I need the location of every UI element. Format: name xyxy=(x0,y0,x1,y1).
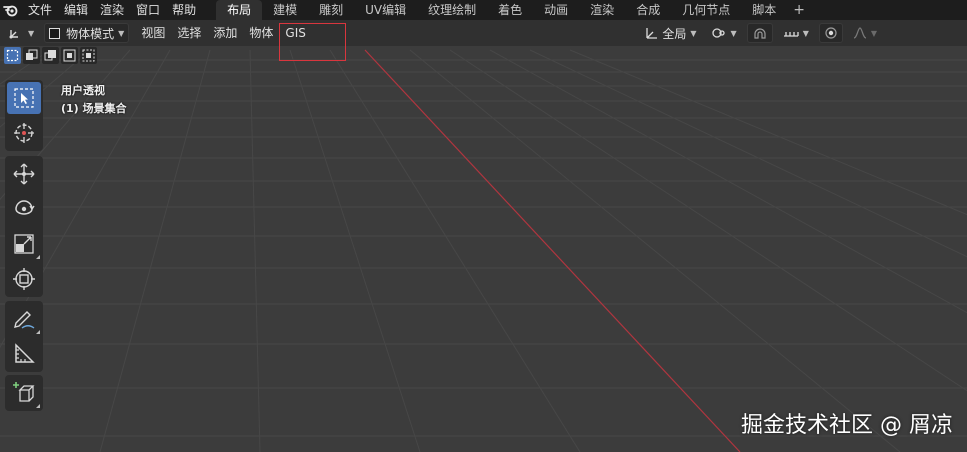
move-tool[interactable] xyxy=(7,158,41,190)
chevron-down-icon: ▼ xyxy=(802,28,809,38)
select-invert-icon xyxy=(63,49,76,62)
toolbar-group-transform xyxy=(5,156,43,297)
watermark-text: 掘金技术社区 @ 屑凉 xyxy=(741,413,953,438)
tab-texture-paint[interactable]: 纹理绘制 xyxy=(417,0,487,20)
tab-rendering[interactable]: 渲染 xyxy=(579,0,625,20)
orientation-axes-icon xyxy=(646,28,658,39)
x-axis-line xyxy=(364,49,741,452)
chevron-down-icon: ▼ xyxy=(28,28,35,38)
select-invert-button[interactable] xyxy=(61,47,78,64)
rotate-icon xyxy=(15,200,35,215)
ruler-icon xyxy=(15,343,35,363)
viewport-grid xyxy=(0,49,967,452)
chevron-down-icon: ▼ xyxy=(870,28,877,38)
3d-cursor-icon xyxy=(14,123,34,143)
proportional-editing-toggle[interactable] xyxy=(818,23,843,43)
select-intersect-icon xyxy=(82,49,95,62)
viewport-header: ▼ 物体模式 ▼ 视图 选择 添加 物体 GIS 全局 ▼ ▼ ▼ ▼ xyxy=(0,20,967,46)
snap-target-dropdown[interactable]: ▼ xyxy=(779,23,813,43)
editor-type-icon xyxy=(9,30,18,39)
pivot-point-icon xyxy=(711,28,725,38)
move-arrows-icon xyxy=(13,163,35,185)
menu-help[interactable]: 帮助 xyxy=(166,0,202,20)
menu-edit[interactable]: 编辑 xyxy=(58,0,94,20)
transform-icon xyxy=(13,268,35,290)
pencil-icon xyxy=(14,311,35,329)
menu-object[interactable]: 物体 xyxy=(243,23,279,43)
active-collection-label: (1) 场景集合 xyxy=(61,102,127,115)
object-mode-icon xyxy=(49,27,61,39)
mode-dropdown[interactable]: 物体模式 ▼ xyxy=(44,23,130,43)
tool-options-indicator-icon xyxy=(36,255,40,259)
select-subtract-button[interactable] xyxy=(42,47,59,64)
snap-toggle[interactable] xyxy=(746,23,773,43)
proportional-editing-icon xyxy=(825,27,837,39)
toolbar-group-select xyxy=(5,80,43,151)
selection-mode-buttons xyxy=(4,47,97,65)
menu-window[interactable]: 窗口 xyxy=(130,0,166,20)
chevron-down-icon: ▼ xyxy=(730,28,737,38)
menu-view[interactable]: 视图 xyxy=(135,23,171,43)
menu-add[interactable]: 添加 xyxy=(207,23,243,43)
header-right-tools: 全局 ▼ ▼ ▼ ▼ xyxy=(640,23,881,43)
orientation-label: 全局 xyxy=(662,26,687,41)
select-subtract-icon xyxy=(44,50,56,61)
blender-logo-icon[interactable] xyxy=(0,0,22,20)
tab-layout[interactable]: 布局 xyxy=(216,0,263,20)
select-cursor-icon xyxy=(14,88,34,108)
view-perspective-label: 用户透视 xyxy=(61,84,105,97)
select-intersect-button[interactable] xyxy=(80,47,97,64)
add-cube-tool[interactable] xyxy=(7,377,41,409)
select-new-button[interactable] xyxy=(4,47,21,64)
scale-icon xyxy=(14,234,34,254)
tab-scripting[interactable]: 脚本 xyxy=(741,0,787,20)
mode-label: 物体模式 xyxy=(66,26,115,41)
snap-increment-icon xyxy=(783,32,799,37)
rotate-tool[interactable] xyxy=(7,193,41,225)
menu-render[interactable]: 渲染 xyxy=(94,0,130,20)
chevron-down-icon: ▼ xyxy=(690,28,697,38)
toolbar-group-add xyxy=(5,375,43,411)
cursor-tool[interactable] xyxy=(7,117,41,149)
top-menu-bar: 文件 编辑 渲染 窗口 帮助 布局 建模 雕刻 UV编辑 纹理绘制 着色 动画 … xyxy=(0,0,967,20)
toolbar-group-annotate xyxy=(5,301,43,372)
proportional-falloff-dropdown[interactable]: ▼ xyxy=(849,23,881,43)
select-box-tool[interactable] xyxy=(7,82,41,114)
tool-options-indicator-icon xyxy=(36,330,40,334)
tab-animation[interactable]: 动画 xyxy=(533,0,579,20)
magnet-icon xyxy=(754,28,766,39)
editor-type-button[interactable]: ▼ xyxy=(4,23,38,43)
menu-select[interactable]: 选择 xyxy=(171,23,207,43)
scale-tool[interactable] xyxy=(7,228,41,260)
menu-file[interactable]: 文件 xyxy=(22,0,58,20)
falloff-curve-icon xyxy=(853,27,867,39)
add-cube-icon xyxy=(13,382,35,402)
select-extend-button[interactable] xyxy=(23,47,40,64)
tab-modeling[interactable]: 建模 xyxy=(262,0,308,20)
transform-orientation-dropdown[interactable]: 全局 ▼ xyxy=(640,23,700,43)
chevron-down-icon: ▼ xyxy=(118,28,125,38)
transform-tool[interactable] xyxy=(7,263,41,295)
workspace-tabs: 布局 建模 雕刻 UV编辑 纹理绘制 着色 动画 渲染 合成 几何节点 脚本 + xyxy=(216,0,811,20)
measure-tool[interactable] xyxy=(7,338,41,370)
tab-uv-editing[interactable]: UV编辑 xyxy=(354,0,417,20)
annotate-tool[interactable] xyxy=(7,303,41,335)
select-box-icon xyxy=(6,49,19,62)
tab-compositing[interactable]: 合成 xyxy=(625,0,671,20)
tab-geometry-nodes[interactable]: 几何节点 xyxy=(671,0,741,20)
tab-shading[interactable]: 着色 xyxy=(487,0,533,20)
select-extend-icon xyxy=(26,49,38,60)
tool-options-indicator-icon xyxy=(36,404,40,408)
3d-viewport[interactable]: ▼ 物体模式 ▼ 视图 选择 添加 物体 GIS 全局 ▼ ▼ ▼ ▼ 用户透视… xyxy=(0,20,967,452)
menu-gis[interactable]: GIS xyxy=(279,23,311,43)
add-workspace-button[interactable]: + xyxy=(787,0,811,20)
tab-sculpting[interactable]: 雕刻 xyxy=(308,0,354,20)
pivot-point-dropdown[interactable]: ▼ xyxy=(707,23,741,43)
